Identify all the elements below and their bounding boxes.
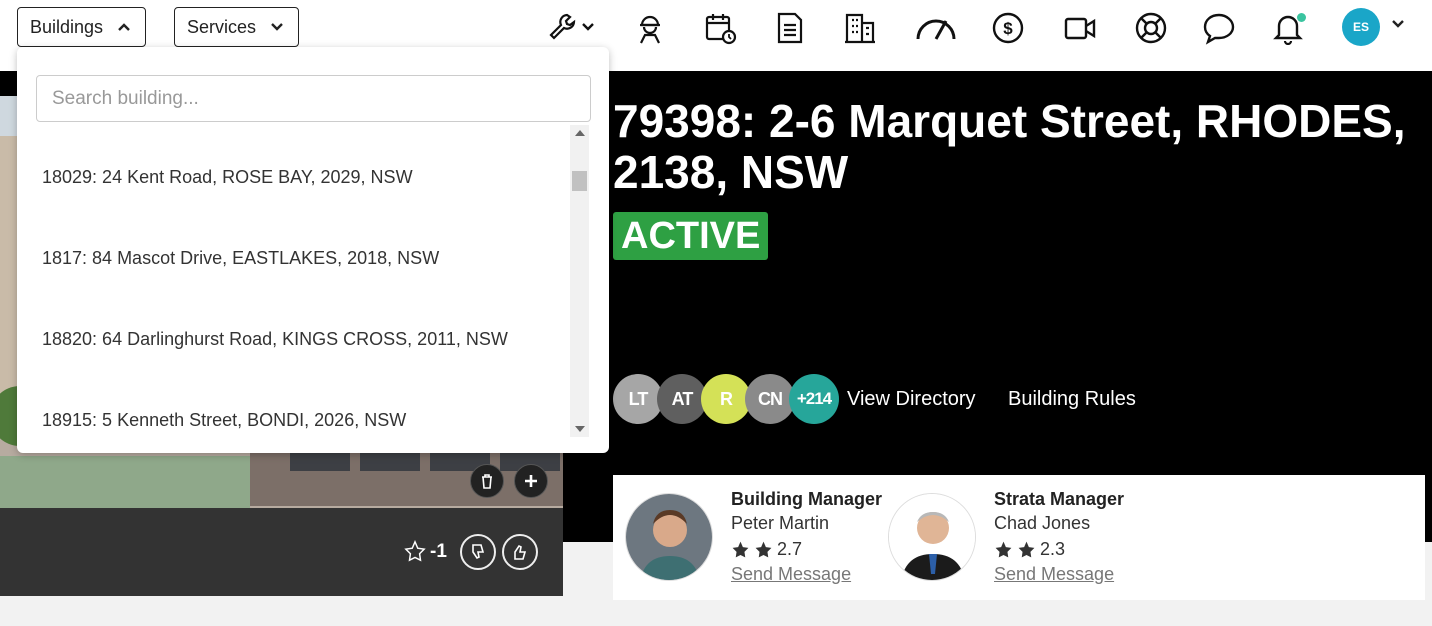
star-icon[interactable] xyxy=(404,539,426,562)
document-icon[interactable] xyxy=(770,8,810,48)
star-filled-icon xyxy=(755,541,772,558)
svg-text:$: $ xyxy=(1003,19,1013,38)
thumbs-down-icon xyxy=(472,544,485,560)
building-rules-link[interactable]: Building Rules xyxy=(1008,388,1136,411)
video-icon[interactable] xyxy=(1060,8,1100,48)
status-badge: ACTIVE xyxy=(613,212,769,260)
buildings-dropdown-button[interactable]: Buildings xyxy=(17,7,147,47)
chevron-up-icon xyxy=(115,18,133,36)
services-dropdown-button[interactable]: Services xyxy=(174,7,300,47)
chevron-down-icon[interactable] xyxy=(1390,16,1406,32)
manager-name: Chad Jones xyxy=(994,513,1091,533)
building-icon[interactable] xyxy=(840,8,880,48)
directory-avatar[interactable]: AT xyxy=(657,374,707,424)
star-filled-icon xyxy=(1018,541,1035,558)
manager-rating-value: 2.7 xyxy=(777,539,803,559)
building-list: 18029: 24 Kent Road, ROSE BAY, 2029, NSW… xyxy=(17,125,570,435)
directory-avatar[interactable]: R xyxy=(701,374,751,424)
buildings-dropdown-panel: 18029: 24 Kent Road, ROSE BAY, 2029, NSW… xyxy=(17,47,609,453)
directory-avatar[interactable]: LT xyxy=(613,374,663,424)
plus-icon xyxy=(525,475,537,487)
manager-rating: 2.3 xyxy=(994,539,1065,560)
directory-more-avatar[interactable]: +214 xyxy=(789,374,839,424)
dollar-icon[interactable]: $ xyxy=(988,8,1028,48)
scroll-thumb[interactable] xyxy=(572,171,587,191)
building-rating-value: -1 xyxy=(430,541,447,562)
wrench-icon[interactable] xyxy=(540,8,602,48)
building-manager-avatar xyxy=(625,493,713,581)
user-avatar[interactable]: ES xyxy=(1342,8,1380,46)
search-building-input[interactable] xyxy=(36,75,591,122)
thumbs-down-button[interactable] xyxy=(460,534,496,570)
send-message-link[interactable]: Send Message xyxy=(731,564,851,585)
bell-icon[interactable] xyxy=(1268,8,1308,48)
list-item[interactable]: 18029: 24 Kent Road, ROSE BAY, 2029, NSW xyxy=(42,167,413,188)
worker-icon[interactable] xyxy=(630,8,670,48)
manager-rating-value: 2.3 xyxy=(1040,539,1066,559)
list-scrollbar[interactable] xyxy=(570,125,589,437)
building-title: 79398: 2-6 Marquet Street, RHODES, 2138,… xyxy=(613,95,1406,198)
list-item[interactable]: 18915: 5 Kenneth Street, BONDI, 2026, NS… xyxy=(42,410,406,431)
calendar-clock-icon[interactable] xyxy=(700,8,740,48)
manager-role: Strata Manager xyxy=(994,489,1125,509)
manager-name: Peter Martin xyxy=(731,513,830,533)
managers-card: Building Manager Peter Martin 2.7 Send M… xyxy=(613,475,1425,600)
chat-icon[interactable] xyxy=(1199,8,1239,48)
view-directory-link[interactable]: View Directory xyxy=(847,388,976,411)
notification-dot xyxy=(1297,13,1306,22)
thumbs-up-icon xyxy=(514,544,527,560)
lifebuoy-icon[interactable] xyxy=(1131,8,1171,48)
star-filled-icon xyxy=(732,541,749,558)
delete-photo-button[interactable] xyxy=(470,464,504,498)
chevron-down-icon xyxy=(268,18,286,36)
strata-manager-avatar xyxy=(888,493,976,581)
list-item[interactable]: 18820: 64 Darlinghurst Road, KINGS CROSS… xyxy=(42,329,508,350)
scroll-up-icon[interactable] xyxy=(575,130,585,136)
thumbs-up-button[interactable] xyxy=(502,534,538,570)
list-item[interactable]: 1817: 84 Mascot Drive, EASTLAKES, 2018, … xyxy=(42,248,439,269)
manager-role: Building Manager xyxy=(731,489,883,509)
directory-avatar[interactable]: CN xyxy=(745,374,795,424)
star-filled-icon xyxy=(995,541,1012,558)
scroll-down-icon[interactable] xyxy=(575,426,585,432)
send-message-link[interactable]: Send Message xyxy=(994,564,1114,585)
manager-rating: 2.7 xyxy=(731,539,802,560)
buildings-label: Buildings xyxy=(30,16,104,37)
services-label: Services xyxy=(187,16,257,37)
gauge-icon[interactable] xyxy=(912,8,960,48)
trash-icon xyxy=(482,474,492,489)
add-photo-button[interactable] xyxy=(514,464,548,498)
